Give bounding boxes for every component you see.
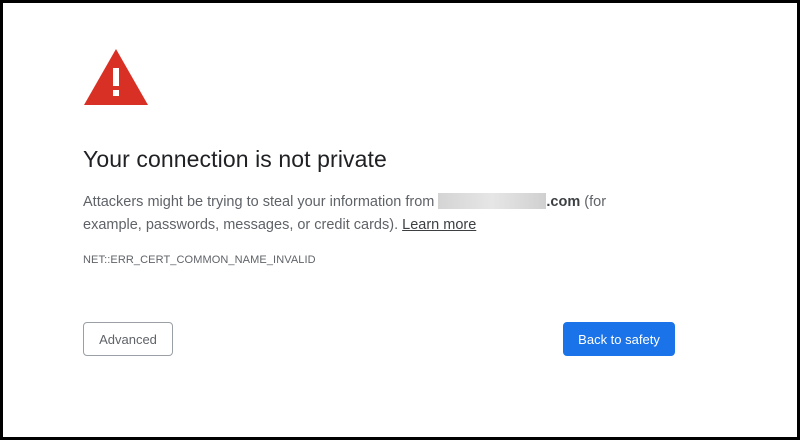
learn-more-link[interactable]: Learn more	[402, 217, 476, 233]
advanced-button[interactable]: Advanced	[83, 322, 173, 356]
warning-triangle-icon	[84, 49, 148, 105]
domain-suffix: .com	[546, 194, 581, 210]
redacted-domain	[438, 193, 547, 209]
message-prefix: Attackers might be trying to steal your …	[83, 194, 439, 210]
page-title: Your connection is not private	[83, 146, 387, 172]
warning-message: Attackers might be trying to steal your …	[83, 191, 643, 237]
browser-page: Your connection is not private Attackers…	[0, 0, 800, 440]
back-to-safety-button[interactable]: Back to safety	[563, 322, 675, 356]
error-code: NET::ERR_CERT_COMMON_NAME_INVALID	[83, 254, 316, 266]
